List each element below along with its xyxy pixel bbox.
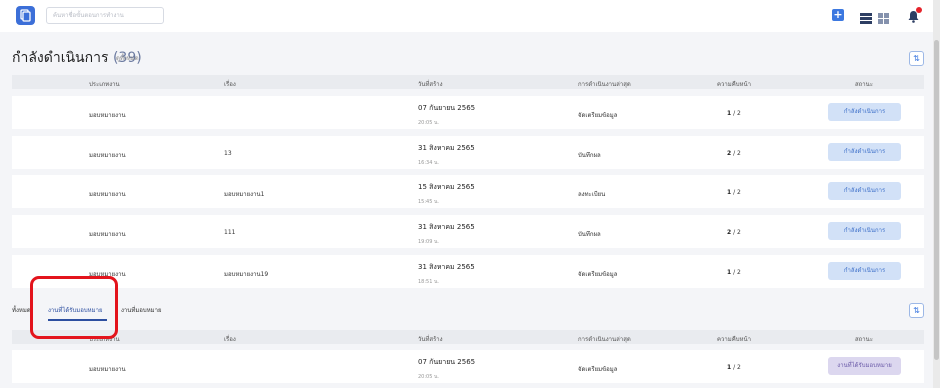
row-progress: 1 / 2: [727, 364, 741, 371]
list-view-icon[interactable]: [860, 9, 872, 28]
row-time: 18:51 น.: [418, 279, 440, 285]
row-type: มอบหมายงาน: [89, 152, 126, 159]
table-row[interactable]: มอบหมายงาน 13 31 สิงหาคม 2565 16:34 น. บ…: [12, 136, 924, 169]
sort-button[interactable]: ⇅: [909, 303, 924, 318]
plus-icon[interactable]: +: [832, 9, 844, 21]
row-type: มอบหมายงาน: [89, 112, 126, 119]
row-subject: มอบหมายงาน1: [224, 191, 265, 198]
row-subject: 13: [224, 150, 232, 157]
row-last-action: จัดเตรียมข้อมูล: [578, 112, 618, 119]
tab-all[interactable]: ทั้งหมด: [12, 305, 31, 315]
table-row[interactable]: มอบหมายงาน มอบหมายงาน1 15 สิงหาคม 2565 1…: [12, 175, 924, 208]
progress-total: / 2: [731, 110, 741, 117]
top-bar: ค้นหาชื่อขั้นตอนการทำงาน +: [0, 0, 940, 32]
row-progress: 2 / 2: [727, 150, 741, 157]
progress-total: / 2: [731, 269, 741, 276]
row-date: 07 กันยายน 2565: [418, 358, 476, 366]
header-last-action: การดำเนินงานล่าสุด: [578, 81, 631, 88]
row-type: มอบหมายงาน: [89, 366, 126, 373]
table-header: ประเภทงาน เรื่อง วันที่สร้าง การดำเนินงา…: [12, 75, 924, 89]
tab-assigned[interactable]: งานที่มอบหมาย: [121, 305, 162, 315]
search-input[interactable]: ค้นหาชื่อขั้นตอนการทำงาน: [46, 7, 164, 24]
progress-total: / 2: [731, 150, 741, 157]
status-badge[interactable]: กำลังดำเนินการ: [828, 262, 901, 280]
status-badge[interactable]: กำลังดำเนินการ: [828, 143, 901, 161]
row-date: 31 สิงหาคม 2565: [418, 144, 475, 152]
row-time: 20:05 น.: [418, 120, 440, 126]
section-title-text: กำลังดำเนินการ: [12, 50, 109, 66]
row-last-action: บันทึกผล: [578, 231, 601, 238]
header-progress: ความคืบหน้า: [717, 81, 751, 88]
row-last-action: บันทึกผล: [578, 152, 601, 159]
header-created: วันที่สร้าง: [418, 336, 443, 343]
row-date: 31 สิงหาคม 2565: [418, 223, 475, 231]
row-date: 31 สิงหาคม 2565: [418, 263, 475, 271]
header-last-action: การดำเนินงานล่าสุด: [578, 336, 631, 343]
row-time: 16:34 น.: [418, 160, 440, 166]
app-logo-icon[interactable]: [16, 6, 35, 25]
row-type: มอบหมายงาน: [89, 191, 126, 198]
table-row[interactable]: มอบหมายงาน 07 กันยายน 2565 20:05 น. จัดเ…: [12, 96, 924, 129]
row-time: 20:05 น.: [418, 374, 440, 380]
row-progress: 2 / 2: [727, 229, 741, 236]
header-status: สถานะ: [855, 336, 873, 343]
status-badge[interactable]: กำลังดำเนินการ: [828, 222, 901, 240]
row-type: มอบหมายงาน: [89, 231, 126, 238]
row-last-action: ลงทะเบียน: [578, 191, 606, 198]
table-header: ประเภทงาน เรื่อง วันที่สร้าง การดำเนินงา…: [12, 330, 924, 344]
notification-badge: [916, 7, 922, 13]
scrollbar-thumb[interactable]: [934, 40, 939, 360]
row-last-action: จัดเตรียมข้อมูล: [578, 366, 618, 373]
status-badge[interactable]: งานที่ได้รับมอบหมาย: [828, 357, 901, 375]
row-progress: 1 / 2: [727, 110, 741, 117]
row-time: 15:45 น.: [418, 199, 440, 205]
row-progress: 1 / 2: [727, 189, 741, 196]
header-created: วันที่สร้าง: [418, 81, 443, 88]
progress-total: / 2: [731, 189, 741, 196]
see-all-link[interactable]: ดูทั้งหมด: [116, 53, 139, 63]
status-badge[interactable]: กำลังดำเนินการ: [828, 103, 901, 121]
grid-view-icon[interactable]: [878, 9, 889, 28]
status-badge[interactable]: กำลังดำเนินการ: [828, 182, 901, 200]
row-subject: 111: [224, 229, 236, 236]
sort-button[interactable]: ⇅: [909, 51, 924, 66]
row-date: 15 สิงหาคม 2565: [418, 183, 475, 191]
header-type: ประเภทงาน: [89, 81, 120, 88]
header-subject: เรื่อง: [224, 336, 236, 343]
header-progress: ความคืบหน้า: [717, 336, 751, 343]
row-subject: มอบหมายงาน19: [224, 271, 269, 278]
row-time: 19:09 น.: [418, 239, 440, 245]
annotation-highlight: [30, 276, 118, 339]
row-last-action: จัดเตรียมข้อมูล: [578, 271, 618, 278]
row-progress: 1 / 2: [727, 269, 741, 276]
header-subject: เรื่อง: [224, 81, 236, 88]
header-status: สถานะ: [855, 81, 873, 88]
table-row[interactable]: มอบหมายงาน 111 31 สิงหาคม 2565 19:09 น. …: [12, 215, 924, 248]
row-date: 07 กันยายน 2565: [418, 104, 476, 112]
table-row[interactable]: มอบหมายงาน มอบหมายงาน19 31 สิงหาคม 2565 …: [12, 255, 924, 288]
progress-total: / 2: [731, 229, 741, 236]
progress-total: / 2: [731, 364, 741, 371]
table-row[interactable]: มอบหมายงาน 07 กันยายน 2565 20:05 น. จัดเ…: [12, 350, 924, 383]
